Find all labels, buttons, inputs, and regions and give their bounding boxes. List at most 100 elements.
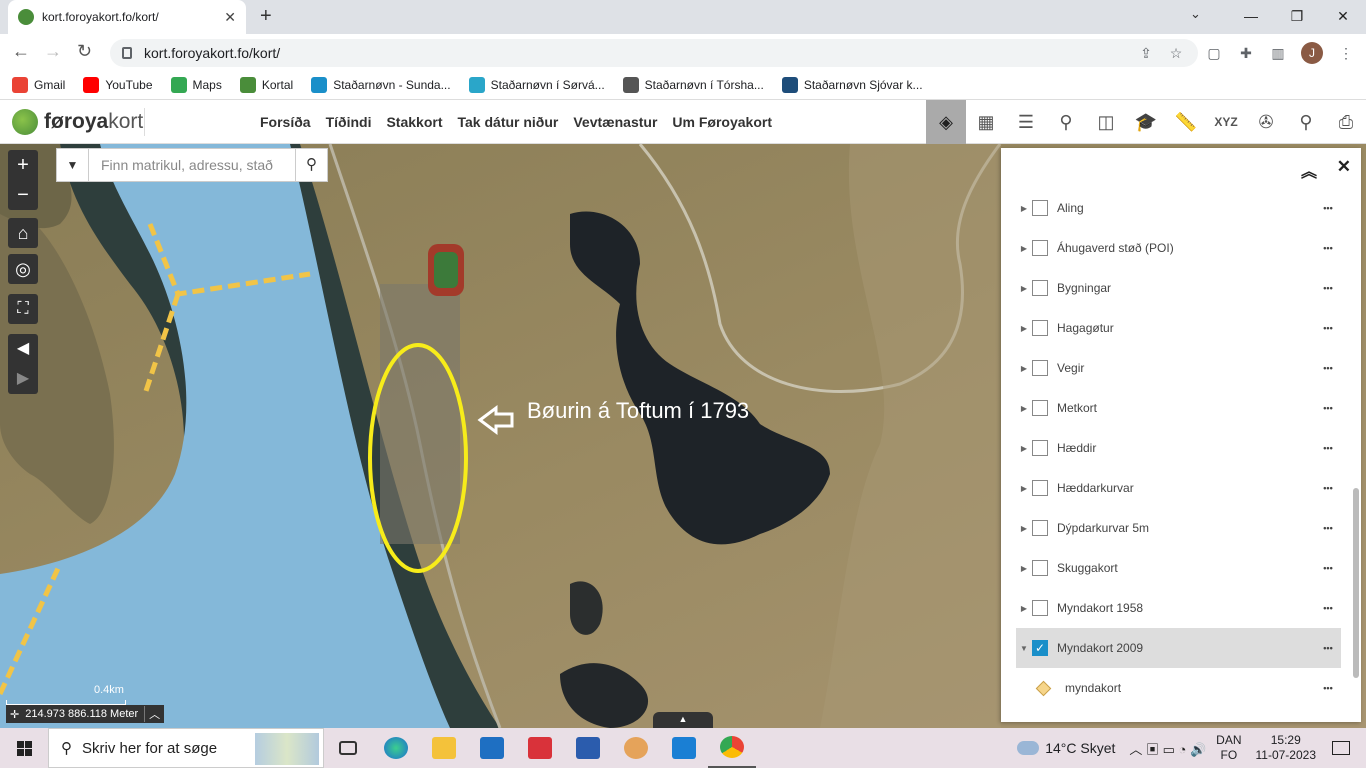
store-icon[interactable] (468, 728, 516, 768)
layer-checkbox[interactable] (1032, 520, 1048, 536)
url-text[interactable]: kort.foroyakort.fo/kort/ (144, 45, 1138, 61)
more-options-icon[interactable]: ••• (1315, 283, 1341, 293)
mail-icon[interactable] (660, 728, 708, 768)
start-button[interactable] (0, 728, 48, 768)
minimize-icon[interactable]: — (1228, 0, 1274, 34)
edge-icon[interactable] (372, 728, 420, 768)
search-icon[interactable]: ⚲ (295, 149, 327, 181)
layer-row[interactable]: ▼ ✓ Myndakort 2009 ••• (1016, 628, 1341, 668)
layer-row[interactable]: ▶ Áhugaverd støð (POI) ••• (1016, 228, 1341, 268)
layer-checkbox[interactable] (1032, 200, 1048, 216)
layer-row[interactable]: ▶ Bygningar ••• (1016, 268, 1341, 308)
zoom-out-button[interactable]: − (8, 180, 38, 210)
back-icon[interactable]: ← (12, 41, 30, 62)
close-window-icon[interactable]: ✕ (1320, 0, 1366, 34)
forward-icon[interactable]: → (44, 41, 62, 62)
layer-checkbox[interactable] (1032, 400, 1048, 416)
map-search-input[interactable] (89, 149, 295, 181)
expand-arrow-icon[interactable]: ▶ (1016, 444, 1032, 453)
layer-checkbox[interactable] (1032, 600, 1048, 616)
map-view[interactable]: + − ⌂ ◎ ⛶ ◀ ▶ ▼ ⚲ Bøurin á Toftum í 1793… (0, 144, 1366, 728)
tab-search-icon[interactable]: ⌄ (1190, 6, 1201, 22)
extension-icon[interactable]: ▢ (1205, 44, 1223, 62)
layer-row[interactable]: ▶ Hæddir ••• (1016, 428, 1341, 468)
gift-icon[interactable] (516, 728, 564, 768)
more-options-icon[interactable]: ••• (1315, 683, 1341, 693)
layer-checkbox[interactable] (1032, 320, 1048, 336)
task-view-icon[interactable] (324, 728, 372, 768)
close-panel-icon[interactable]: ✕ (1337, 157, 1351, 177)
chrome-icon[interactable] (708, 728, 756, 768)
bookmark-item[interactable]: Gmail (12, 76, 65, 93)
search-map-icon[interactable]: ⚲ (1046, 100, 1086, 144)
new-tab-icon[interactable]: + (260, 5, 272, 28)
expand-arrow-icon[interactable]: ▶ (1016, 204, 1032, 213)
nav-link[interactable]: Tíðindi (326, 114, 372, 130)
menu-dots-icon[interactable]: ⋮ (1337, 44, 1355, 62)
more-options-icon[interactable]: ••• (1315, 363, 1341, 373)
address-bar[interactable]: kort.foroyakort.fo/kort/ ⇪ ☆ (110, 39, 1198, 67)
notification-icon[interactable] (1332, 741, 1350, 755)
layer-row[interactable]: ▶ Hagagøtur ••• (1016, 308, 1341, 348)
list-icon[interactable]: ☰ (1006, 100, 1046, 144)
bookmark-item[interactable]: Maps (170, 76, 222, 93)
layer-panel-scrollbar[interactable] (1353, 188, 1359, 718)
home-icon[interactable]: ⌂ (8, 218, 38, 248)
tray-icons[interactable]: ︿ ▣ ▭ ◔ 🔊 (1129, 739, 1206, 758)
nav-link[interactable]: Stakkort (386, 114, 442, 130)
more-options-icon[interactable]: ••• (1315, 643, 1341, 653)
expand-arrow-icon[interactable]: ▶ (1016, 244, 1032, 253)
compare-icon[interactable]: ◫ (1086, 100, 1126, 144)
ruler-icon[interactable]: 📏 (1166, 100, 1206, 144)
expand-arrow-icon[interactable]: ▶ (1016, 604, 1032, 613)
browser-tab[interactable]: kort.foroyakort.fo/kort/ ✕ (8, 0, 246, 34)
more-options-icon[interactable]: ••• (1315, 203, 1341, 213)
bottom-panel-toggle[interactable]: ▲ (653, 712, 713, 728)
more-options-icon[interactable]: ••• (1315, 323, 1341, 333)
nav-link[interactable]: Tak dátur niður (458, 114, 559, 130)
layer-checkbox[interactable] (1032, 440, 1048, 456)
layer-checkbox[interactable] (1032, 360, 1048, 376)
bookmark-item[interactable]: Staðarnøvn Sjóvar k... (781, 76, 923, 93)
foroyakort-logo[interactable]: føroyakort (12, 109, 143, 135)
layer-row[interactable]: ▶ Hæddarkurvar ••• (1016, 468, 1341, 508)
layer-row[interactable]: ▶ Vegir ••• (1016, 348, 1341, 388)
layer-row[interactable]: ▶ Metkort ••• (1016, 388, 1341, 428)
film-icon[interactable]: ✇ (1246, 100, 1286, 144)
more-options-icon[interactable]: ••• (1315, 483, 1341, 493)
file-explorer-icon[interactable] (420, 728, 468, 768)
nav-link[interactable]: Um Føroyakort (672, 114, 772, 130)
side-panel-icon[interactable]: ▥ (1269, 44, 1287, 62)
sublayer-row[interactable]: myndakort ••• (1016, 668, 1341, 708)
bookmark-item[interactable]: Kortal (239, 76, 293, 93)
fullscreen-icon[interactable]: ⛶ (8, 294, 38, 324)
layer-checkbox[interactable] (1032, 280, 1048, 296)
layers-icon[interactable]: ◈ (926, 100, 966, 144)
layer-checkbox[interactable] (1032, 560, 1048, 576)
share-icon[interactable]: ⇪ (1138, 45, 1154, 61)
expand-arrow-icon[interactable]: ▶ (1016, 564, 1032, 573)
print-icon[interactable]: ⎙ (1326, 100, 1366, 144)
expand-arrow-icon[interactable]: ▶ (1016, 364, 1032, 373)
grid-icon[interactable]: ▦ (966, 100, 1006, 144)
language-indicator[interactable]: DAN FO (1216, 733, 1241, 763)
bookmark-item[interactable]: YouTube (83, 76, 153, 93)
layer-checkbox[interactable] (1032, 480, 1048, 496)
expand-arrow-icon[interactable]: ▶ (1016, 284, 1032, 293)
pin-icon[interactable]: ⚲ (1286, 100, 1326, 144)
zoom-in-button[interactable]: + (8, 150, 38, 180)
weather-widget[interactable]: 14°C Skyet (1017, 740, 1115, 756)
bookmark-item[interactable]: Staðarnøvn í Sørvá... (468, 76, 605, 93)
bookmark-item[interactable]: Staðarnøvn - Sunda... (311, 76, 451, 93)
layer-row[interactable]: ▶ Skuggakort ••• (1016, 548, 1341, 588)
layer-row[interactable]: ▶ Myndakort 1958 ••• (1016, 588, 1341, 628)
previous-extent-icon[interactable]: ◀ (8, 334, 38, 364)
layer-row[interactable]: ▶ Aling ••• (1016, 188, 1341, 228)
education-icon[interactable]: 🎓 (1126, 100, 1166, 144)
next-extent-icon[interactable]: ▶ (8, 364, 38, 394)
expand-arrow-icon[interactable]: ▶ (1016, 404, 1032, 413)
layer-checkbox[interactable]: ✓ (1032, 640, 1048, 656)
nav-link[interactable]: Vevtænastur (573, 114, 657, 130)
xyz-icon[interactable]: XYZ (1206, 100, 1246, 144)
profile-avatar[interactable]: J (1301, 42, 1323, 64)
